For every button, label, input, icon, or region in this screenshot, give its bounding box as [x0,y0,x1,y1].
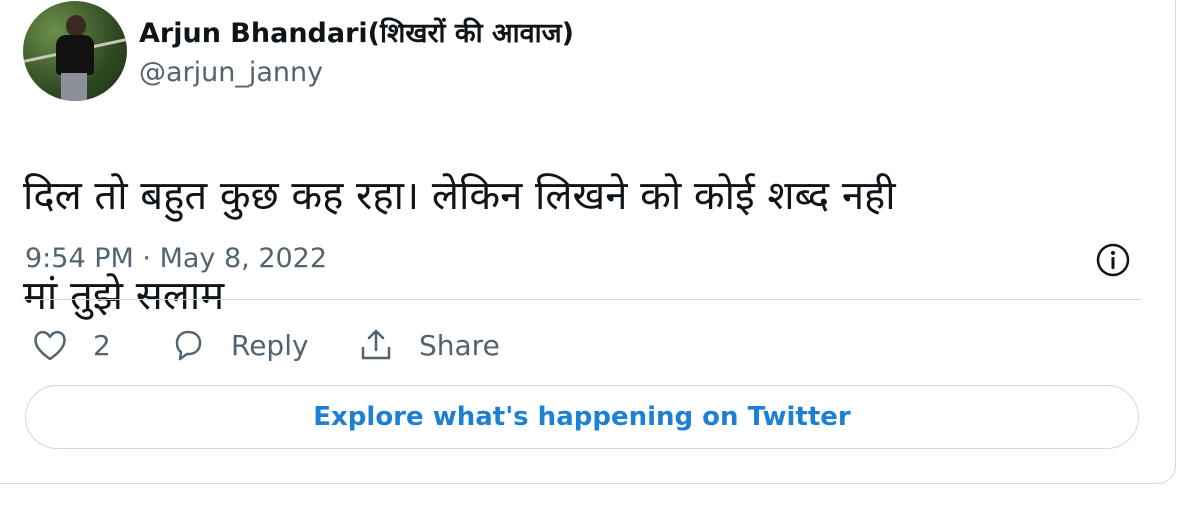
speech-bubble-icon [175,330,202,361]
explore-twitter-button[interactable]: Explore what's happening on Twitter [25,385,1139,449]
tweet-time[interactable]: 9:54 PM [25,243,134,274]
timestamp-separator: · [142,243,151,274]
tweet-text-line-2: मां तुझे सलाम [23,273,225,319]
avatar[interactable] [23,1,127,101]
info-icon[interactable] [1095,242,1131,278]
divider [23,299,1141,300]
user-handle[interactable]: @arjun_janny [139,57,323,88]
heart-icon [34,330,66,361]
display-name[interactable]: Arjun Bhandari(शिखरों की आवाज) [139,13,574,50]
like-button[interactable]: 2 [31,323,111,367]
share-icon [361,329,391,360]
share-button[interactable]: Share [357,323,500,367]
tweet-text-line-1: दिल तो बहुत कुछ कह रहा। लेकिन लिखने को क… [23,173,896,219]
like-count: 2 [93,328,111,362]
tweet-date[interactable]: May 8, 2022 [160,243,327,274]
tweet-card: Arjun Bhandari(शिखरों की आवाज) @arjun_ja… [0,0,1176,484]
reply-button[interactable]: Reply [169,323,309,367]
tweet-timestamp[interactable]: 9:54 PM · May 8, 2022 [25,243,327,274]
reply-label: Reply [231,328,309,362]
share-label: Share [419,328,500,362]
